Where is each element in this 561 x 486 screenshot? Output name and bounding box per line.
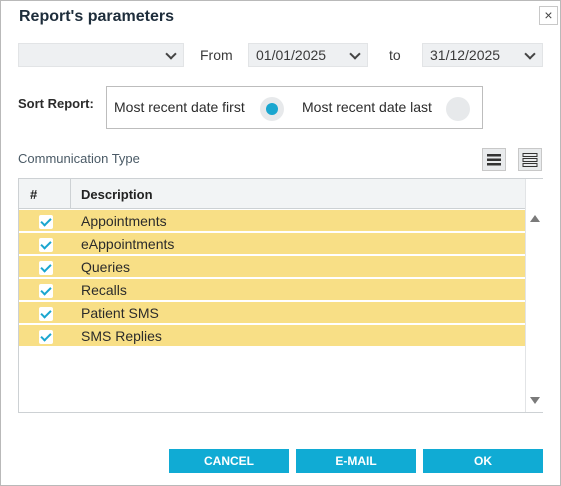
communication-type-table: # Description Appointments eAppointments…	[18, 178, 543, 413]
row-checkbox[interactable]	[39, 238, 53, 252]
dialog-title: Report's parameters	[19, 8, 174, 25]
sort-report-label: Sort Report:	[18, 96, 94, 111]
table-row[interactable]: Appointments	[19, 210, 525, 232]
row-checkbox[interactable]	[39, 307, 53, 321]
row-description: Appointments	[81, 213, 167, 229]
from-label: From	[200, 47, 233, 63]
compact-view-button[interactable]	[518, 148, 542, 171]
column-header-description: Description	[81, 187, 153, 202]
email-button[interactable]: E-MAIL	[296, 449, 416, 473]
row-description: eAppointments	[81, 236, 175, 252]
report-type-select[interactable]	[18, 43, 184, 67]
row-checkbox[interactable]	[39, 215, 53, 229]
cancel-button[interactable]: CANCEL	[169, 449, 289, 473]
list-view-button[interactable]	[482, 148, 506, 171]
chevron-down-icon	[524, 48, 536, 60]
sort-options-group: Most recent date first Most recent date …	[106, 86, 483, 129]
row-checkbox[interactable]	[39, 284, 53, 298]
table-row[interactable]: Patient SMS	[19, 302, 525, 324]
communication-type-label: Communication Type	[18, 151, 140, 166]
close-button[interactable]: ×	[539, 6, 558, 25]
chevron-down-icon	[165, 48, 177, 60]
row-checkbox[interactable]	[39, 330, 53, 344]
table-scrollbar[interactable]	[525, 179, 543, 412]
radio-selected-dot	[266, 103, 278, 115]
sort-option-first-radio[interactable]	[260, 97, 284, 121]
list-view-icon	[487, 154, 501, 166]
row-description: Patient SMS	[81, 305, 159, 321]
row-description: SMS Replies	[81, 328, 162, 344]
table-header: # Description	[19, 179, 525, 209]
table-row[interactable]: Queries	[19, 256, 525, 278]
ok-button[interactable]: OK	[423, 449, 543, 473]
compact-view-icon	[522, 153, 538, 167]
chevron-down-icon	[349, 48, 361, 60]
from-date-value: 01/01/2025	[256, 47, 327, 63]
to-date-select[interactable]: 31/12/2025	[422, 43, 543, 67]
column-divider	[70, 179, 71, 209]
column-header-number: #	[30, 187, 38, 202]
row-checkbox[interactable]	[39, 261, 53, 275]
table-row[interactable]: eAppointments	[19, 233, 525, 255]
scroll-down-icon[interactable]	[530, 397, 540, 404]
from-date-select[interactable]: 01/01/2025	[248, 43, 368, 67]
to-date-value: 31/12/2025	[430, 47, 501, 63]
table-row[interactable]: Recalls	[19, 279, 525, 301]
sort-option-first-label: Most recent date first	[114, 99, 245, 115]
scroll-up-icon[interactable]	[530, 215, 540, 222]
row-description: Recalls	[81, 282, 127, 298]
sort-option-last-radio[interactable]	[446, 97, 470, 121]
row-description: Queries	[81, 259, 131, 275]
table-row[interactable]: SMS Replies	[19, 325, 525, 347]
report-parameters-dialog: Report's parameters × From 01/01/2025 to…	[0, 0, 561, 486]
sort-option-last-label: Most recent date last	[302, 99, 432, 115]
to-label: to	[389, 47, 401, 63]
